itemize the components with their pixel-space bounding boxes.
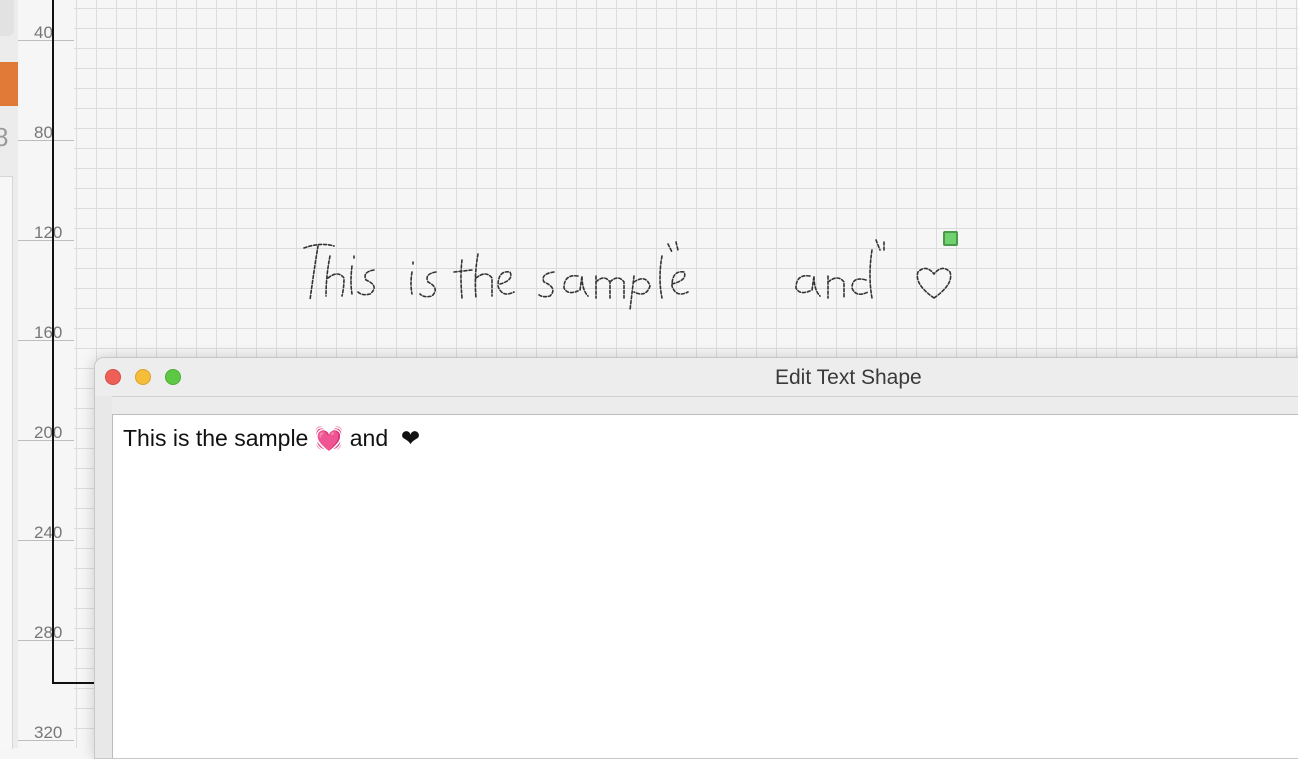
ruler-label: 40 bbox=[34, 23, 53, 42]
vertical-ruler: 40 80 120 160 200 240 280 320 bbox=[18, 0, 74, 748]
dialog-titlebar[interactable]: Edit Text Shape bbox=[95, 358, 1298, 397]
text-shape[interactable] bbox=[300, 236, 960, 310]
sidebar-pane bbox=[0, 176, 13, 749]
ruler-label: 320 bbox=[34, 723, 63, 742]
ruler-label: 200 bbox=[34, 423, 63, 442]
text-editor[interactable]: This is the sample 💓 and ❤ bbox=[112, 414, 1298, 758]
edit-text-shape-dialog: Edit Text Shape This is the sample 💓 and… bbox=[94, 357, 1298, 759]
page-border-bottom bbox=[52, 682, 98, 684]
ruler-label: 80 bbox=[34, 123, 53, 142]
sidebar-selected-tab[interactable] bbox=[0, 62, 18, 106]
minimize-window-button[interactable] bbox=[135, 369, 151, 385]
sidebar-top-tab[interactable] bbox=[0, 0, 14, 36]
ruler-label: 240 bbox=[34, 523, 63, 542]
dialog-title: Edit Text Shape bbox=[775, 366, 922, 389]
ruler-label: 160 bbox=[34, 323, 63, 342]
sidebar-partial-digit: 8 bbox=[0, 122, 9, 152]
page-border-left bbox=[52, 0, 54, 684]
ruler-label: 280 bbox=[34, 623, 63, 642]
ruler-label: 120 bbox=[34, 223, 63, 242]
close-window-button[interactable] bbox=[105, 369, 121, 385]
dialog-left-gutter bbox=[95, 396, 112, 758]
zoom-window-button[interactable] bbox=[165, 369, 181, 385]
editor-content[interactable]: This is the sample 💓 and ❤ bbox=[123, 425, 420, 452]
left-sidebar: 8 bbox=[0, 0, 18, 749]
selection-handle[interactable] bbox=[943, 231, 958, 246]
